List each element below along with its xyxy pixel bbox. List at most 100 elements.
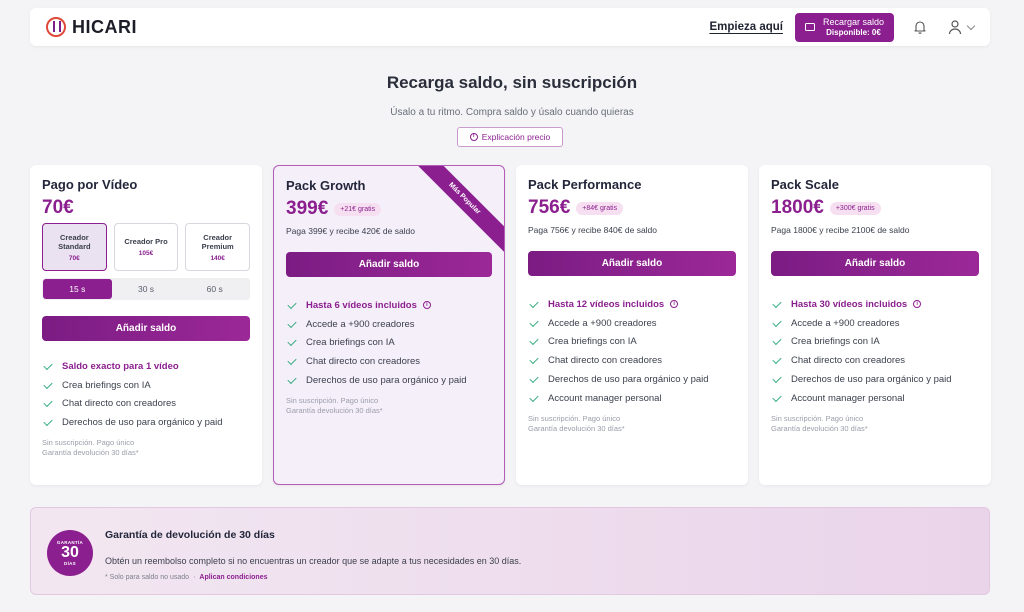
feature-item: Chat directo con creadores bbox=[42, 395, 250, 414]
guarantee-title: Garantía de devolución de 30 días bbox=[105, 529, 275, 541]
check-icon bbox=[43, 379, 53, 389]
card-note: Sin suscripción. Pago único Garantía dev… bbox=[42, 438, 139, 457]
duration-selector: 15 s 30 s 60 s bbox=[42, 278, 250, 300]
info-icon[interactable]: i bbox=[422, 301, 431, 310]
check-icon bbox=[529, 336, 539, 346]
card-price: 399€ bbox=[286, 198, 329, 219]
guarantee-banner: GARANTÍA 30 DÍAS Garantía de devolución … bbox=[30, 507, 990, 595]
feature-item: Accede a +900 creadores bbox=[286, 315, 492, 334]
card-detail: Paga 399€ y recibe 420€ de saldo bbox=[286, 226, 416, 236]
check-icon bbox=[772, 336, 782, 346]
feature-list: Hasta 30 vídeos incluidos i Accede a +900… bbox=[771, 295, 979, 408]
check-icon bbox=[529, 355, 539, 365]
card-pack-growth: Más Popular Pack Growth 399€ +21€ gratis… bbox=[273, 165, 505, 485]
check-icon bbox=[529, 373, 539, 384]
feature-item: Saldo exacto para 1 vídeo bbox=[42, 357, 250, 376]
bell-icon[interactable] bbox=[912, 19, 928, 35]
card-pay-per-video: Pago por Vídeo 70€ Creador Standard 70€ … bbox=[30, 165, 262, 485]
bonus-badge: +84€ gratis bbox=[576, 201, 624, 215]
wallet-icon bbox=[804, 23, 815, 31]
feature-item: Chat directo con creadores bbox=[528, 351, 736, 370]
feature-item: Crea briefings con IA bbox=[286, 334, 492, 353]
guarantee-badge: GARANTÍA 30 DÍAS bbox=[47, 530, 93, 576]
check-icon bbox=[529, 392, 539, 402]
feature-item: Crea briefings con IA bbox=[528, 333, 736, 352]
creator-option-name: Creador Premium bbox=[201, 232, 234, 251]
creator-option-standard[interactable]: Creador Standard 70€ bbox=[42, 223, 107, 271]
card-pack-performance: Pack Performance 756€ +84€ gratis Paga 7… bbox=[516, 165, 748, 485]
add-balance-button[interactable]: Añadir saldo bbox=[771, 251, 979, 276]
feature-item: Derechos de uso para orgánico y paid bbox=[771, 370, 979, 389]
check-icon bbox=[287, 299, 297, 309]
feature-item: Hasta 12 vídeos incluidos i bbox=[528, 295, 736, 314]
card-detail: Paga 1800€ y recibe 2100€ de saldo bbox=[771, 225, 910, 235]
feature-list: Saldo exacto para 1 vídeo Crea briefings… bbox=[42, 357, 250, 432]
bonus-badge: +21€ gratis bbox=[334, 202, 382, 216]
card-note: Sin suscripción. Pago único Garantía dev… bbox=[771, 413, 868, 433]
check-icon bbox=[772, 373, 782, 384]
add-balance-button[interactable]: Añadir saldo bbox=[528, 251, 736, 276]
check-icon bbox=[772, 298, 782, 308]
card-title: Pack Scale bbox=[771, 177, 839, 192]
duration-option-60s[interactable]: 60 s bbox=[180, 279, 249, 299]
card-note: Sin suscripción. Pago único Garantía dev… bbox=[528, 413, 625, 433]
add-balance-button[interactable]: Añadir saldo bbox=[42, 316, 250, 341]
check-icon bbox=[287, 337, 297, 347]
creator-option-price: 105€ bbox=[138, 250, 154, 257]
logo-mark-icon bbox=[46, 17, 66, 37]
card-pack-scale: Pack Scale 1800€ +300€ gratis Paga 1800€… bbox=[759, 165, 991, 485]
recharge-balance-button[interactable]: Recargar saldo Disponible: 0€ bbox=[794, 12, 894, 42]
check-icon bbox=[772, 392, 782, 402]
feature-item: Derechos de uso para orgánico y paid bbox=[528, 370, 736, 389]
check-icon bbox=[287, 356, 297, 366]
creator-option-price: 70€ bbox=[68, 254, 80, 262]
start-here-link[interactable]: Empieza aquí bbox=[709, 21, 783, 33]
check-icon bbox=[287, 318, 297, 328]
card-price: 756€ bbox=[528, 197, 571, 218]
feature-item: Account manager personal bbox=[771, 389, 979, 408]
page-subtitle: Úsalo a tu ritmo. Compra saldo y úsalo c… bbox=[390, 107, 634, 118]
info-icon[interactable]: i bbox=[913, 300, 922, 309]
conditions-link[interactable]: Aplican condiciones bbox=[199, 574, 267, 581]
recharge-label: Recargar saldo bbox=[822, 16, 884, 27]
card-title: Pack Performance bbox=[528, 177, 642, 192]
user-icon bbox=[948, 20, 962, 35]
feature-item: Derechos de uso para orgánico y paid bbox=[286, 371, 492, 390]
creator-option-name: Creador Pro bbox=[124, 237, 168, 246]
card-detail: Paga 756€ y recibe 840€ de saldo bbox=[528, 225, 658, 235]
add-balance-button[interactable]: Añadir saldo bbox=[286, 252, 492, 277]
user-menu[interactable] bbox=[948, 19, 976, 35]
guarantee-description: Obtén un reembolso completo si no encuen… bbox=[105, 556, 522, 566]
feature-item: Accede a +900 creadores bbox=[771, 314, 979, 333]
logo[interactable]: HICARI bbox=[46, 17, 137, 38]
check-icon bbox=[287, 374, 297, 385]
feature-list: Hasta 6 vídeos incluidos i Accede a +900 … bbox=[286, 296, 492, 390]
creator-option-pro[interactable]: Creador Pro 105€ bbox=[113, 223, 179, 271]
feature-item: Chat directo con creadores bbox=[771, 351, 979, 370]
price-explanation-label: Explicación precio bbox=[481, 132, 551, 142]
page-title: Recarga saldo, sin suscripción bbox=[386, 73, 638, 92]
feature-item: Hasta 30 vídeos incluidos i bbox=[771, 295, 979, 314]
info-icon[interactable]: i bbox=[670, 300, 679, 309]
feature-item: Hasta 6 vídeos incluidos i bbox=[286, 296, 492, 315]
chevron-down-icon bbox=[966, 21, 976, 30]
available-balance: Disponible: 0€ bbox=[826, 27, 881, 37]
price-explanation-button[interactable]: i Explicación precio bbox=[457, 127, 563, 147]
creator-level-selector: Creador Standard 70€ Creador Pro 105€ Cr… bbox=[42, 223, 251, 271]
feature-item: Chat directo con creadores bbox=[286, 352, 492, 371]
top-navbar: HICARI Empieza aquí Recargar saldo Dispo… bbox=[30, 8, 990, 46]
check-icon bbox=[772, 355, 782, 365]
creator-option-premium[interactable]: Creador Premium 140€ bbox=[185, 223, 251, 271]
duration-option-15s[interactable]: 15 s bbox=[43, 279, 112, 299]
guarantee-footnote: * Solo para saldo no usado · Aplican con… bbox=[105, 574, 268, 581]
creator-option-name: Creador Standard bbox=[58, 232, 91, 251]
check-icon bbox=[43, 360, 53, 370]
duration-option-30s[interactable]: 30 s bbox=[112, 279, 181, 299]
feature-item: Derechos de uso para orgánico y paid bbox=[42, 413, 250, 432]
card-title: Pago por Vídeo bbox=[42, 177, 138, 192]
feature-item: Crea briefings con IA bbox=[771, 333, 979, 352]
feature-item: Account manager personal bbox=[528, 389, 736, 408]
feature-item: Crea briefings con IA bbox=[42, 376, 250, 395]
feature-list: Hasta 12 vídeos incluidos i Accede a +900… bbox=[528, 295, 736, 408]
info-icon: i bbox=[469, 133, 478, 141]
